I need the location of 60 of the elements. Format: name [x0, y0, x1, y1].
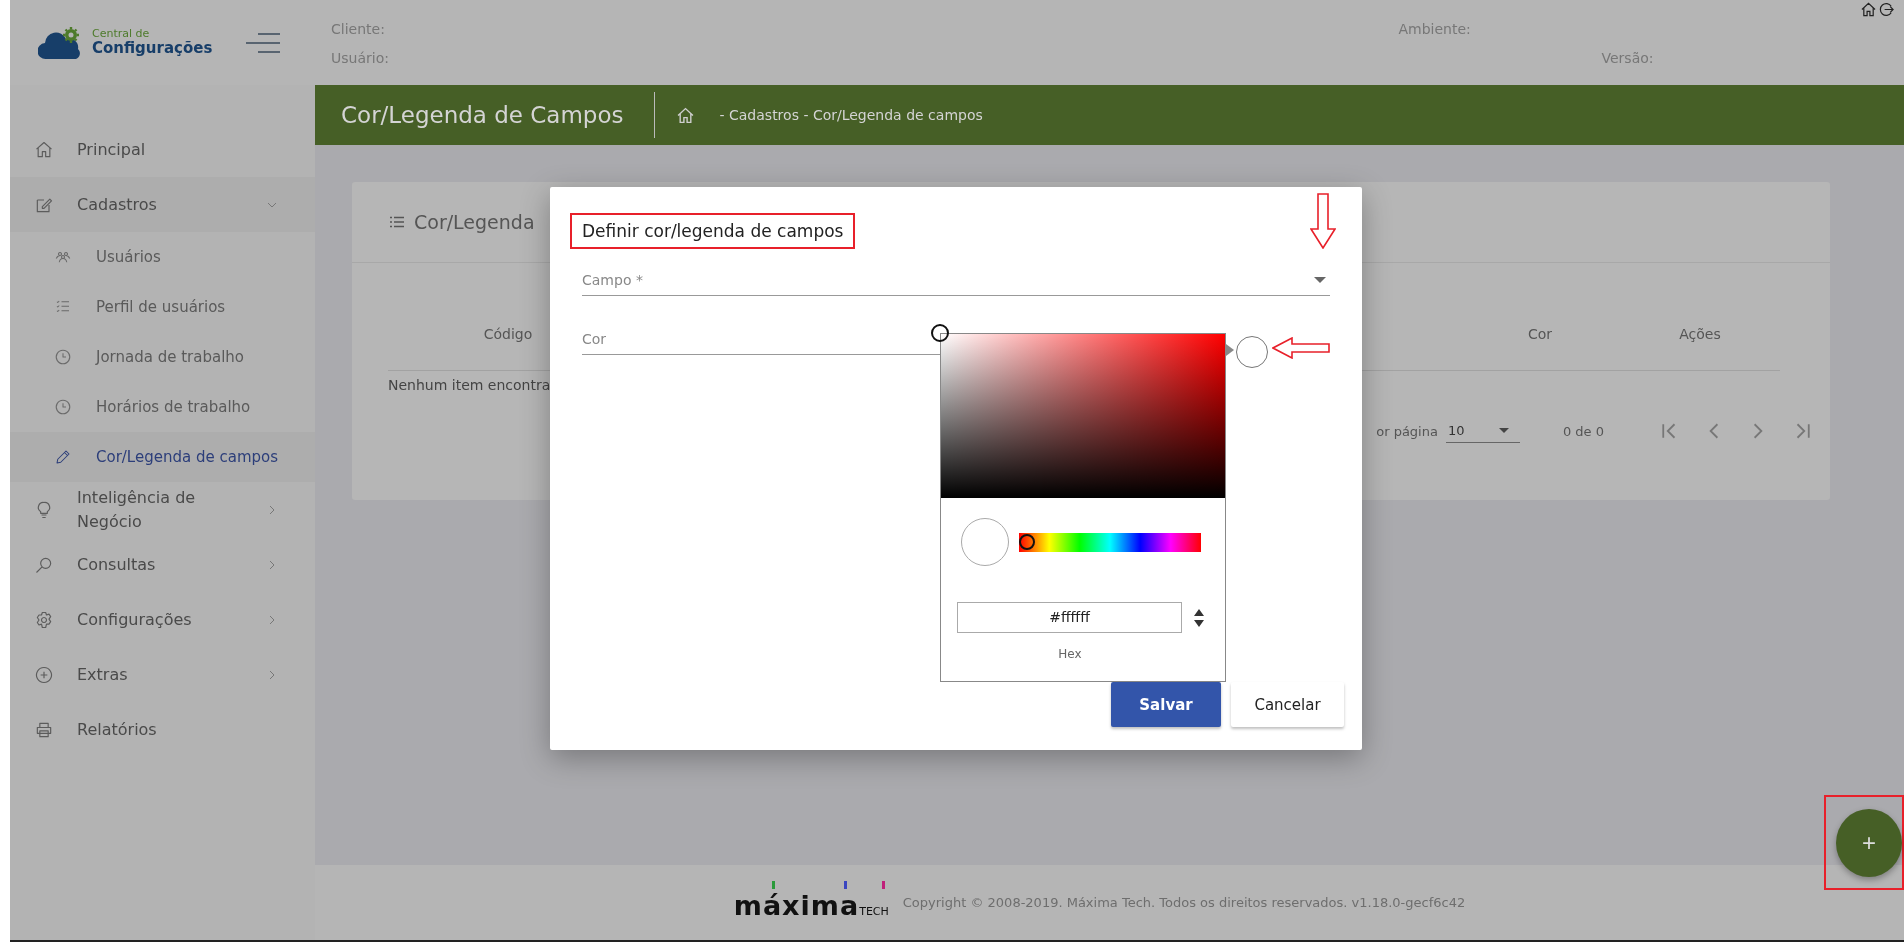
sidebar-item[interactable]: Extras [10, 647, 315, 702]
select-field[interactable]: Campo * [582, 269, 1330, 296]
caret-icon [1498, 428, 1509, 433]
empty-message: Nenhum item encontra [388, 377, 551, 393]
chevron-right-icon [267, 669, 277, 680]
copyright-text: Copyright © 2008-2019. Máxima Tech. Todos os direitos reservados. v1.18.0-gecf6c42 [902, 895, 1466, 910]
color-preview-swatch [961, 518, 1009, 566]
logout-icon[interactable] [1879, 2, 1894, 17]
menu-icon[interactable] [246, 30, 281, 55]
sidebar-item[interactable]: Relatórios [10, 702, 315, 757]
column-header: Ações [1679, 326, 1721, 342]
column-header: Código [483, 326, 533, 342]
chevron-right-icon [267, 559, 277, 570]
clock-icon [54, 398, 72, 416]
page-range: 0 de 0 [1562, 423, 1604, 439]
sidebar-item[interactable]: Consultas [10, 537, 315, 592]
page-title: Cor/Legenda de Campos [341, 102, 624, 128]
home-icon [34, 139, 54, 160]
arrow-left-icon [1272, 337, 1330, 359]
list-icon [390, 216, 404, 228]
up-down-arrows-icon[interactable] [1194, 607, 1204, 628]
header-label: Cliente: [331, 20, 386, 37]
color-swatch[interactable] [1236, 336, 1268, 368]
sidebar-subitem[interactable]: Usuários [10, 232, 315, 282]
cancel-button[interactable]: Cancelar [1231, 682, 1344, 727]
chevron-right-icon [267, 504, 277, 515]
maxima-tech-logo: máximaTECH [733, 880, 893, 925]
sidebar-subitem[interactable]: Perfil de usuários [10, 282, 315, 332]
saturation-area[interactable] [941, 334, 1225, 498]
logo-title: Configurações [92, 40, 213, 57]
settings-icon [34, 609, 54, 630]
logo-subtitle: Central de [92, 28, 151, 41]
dialog-title: Definir cor/legenda de campos [570, 213, 856, 249]
sidebar-item[interactable]: Inteligência de Negócio [10, 482, 315, 537]
home-icon[interactable] [1861, 2, 1876, 17]
hex-input-field[interactable]: #ffffff [957, 602, 1182, 633]
column-header: Cor [1527, 326, 1553, 342]
clock-icon [54, 348, 72, 366]
page-size-select[interactable]: 10 [1445, 419, 1520, 443]
pencil-icon [54, 448, 72, 466]
page-size-label: or página [1376, 423, 1438, 439]
sidebar-subitem[interactable]: Horários de trabalho [10, 382, 315, 432]
sidebar-subitem[interactable]: Jornada de trabalho [10, 332, 315, 382]
caret-icon [1314, 277, 1326, 283]
hue-slider-thumb[interactable] [1019, 533, 1035, 550]
hue-slider[interactable] [1019, 532, 1201, 552]
header-label: Ambiente: [1398, 20, 1472, 37]
card-title: Cor/Legenda [414, 211, 535, 233]
save-button[interactable]: Salvar [1111, 682, 1221, 727]
sidebar-subitem[interactable]: Cor/Legenda de campos [10, 432, 315, 482]
chevron-right-icon [267, 614, 277, 625]
sidebar-item[interactable]: Configurações [10, 592, 315, 647]
header-label: Versão: [1601, 50, 1655, 67]
arrow-down-icon [1310, 193, 1336, 249]
sidebar-item[interactable]: Principal [10, 122, 315, 177]
sidebar-item[interactable]: Cadastros [10, 177, 315, 232]
saturation-thumb[interactable] [931, 324, 949, 342]
format-label: Hex [1057, 647, 1083, 661]
breadcrumb: - Cadastros - Cor/Legenda de campos [719, 107, 983, 123]
header-label: Usuário: [331, 50, 390, 67]
